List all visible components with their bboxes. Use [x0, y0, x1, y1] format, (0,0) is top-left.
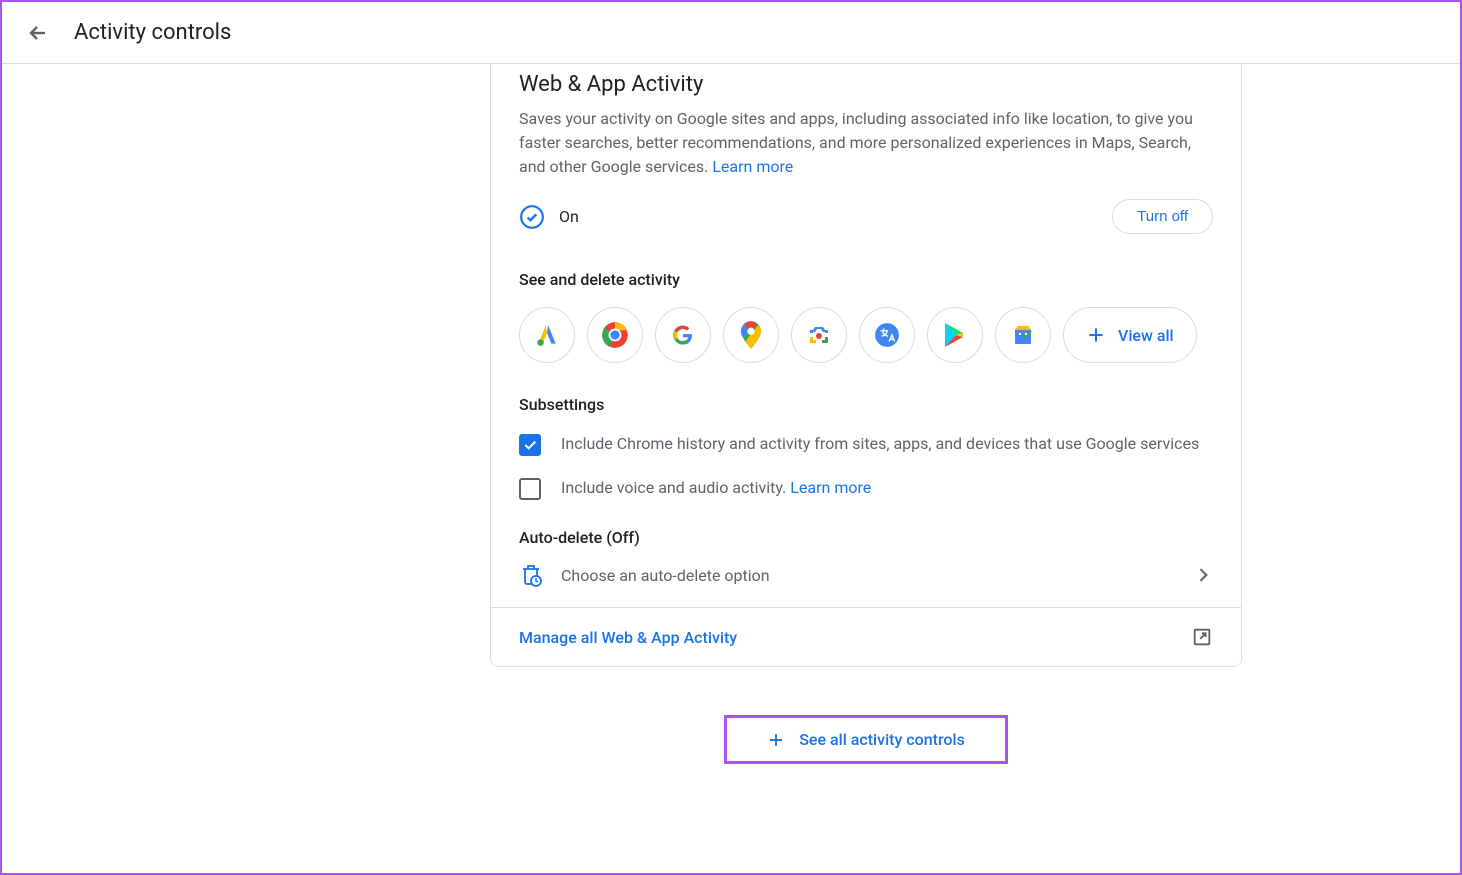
content: Web & App Activity Saves your activity o…: [2, 64, 1460, 667]
checkbox-chrome-label: Include Chrome history and activity from…: [561, 432, 1199, 456]
section-description: Saves your activity on Google sites and …: [519, 107, 1213, 179]
checkbox-voice[interactable]: [519, 478, 541, 500]
activity-card: Web & App Activity Saves your activity o…: [490, 64, 1242, 667]
checkbox-chrome[interactable]: [519, 434, 541, 456]
turn-off-button[interactable]: Turn off: [1112, 199, 1213, 234]
status-text: On: [559, 207, 579, 226]
lens-icon[interactable]: [791, 307, 847, 363]
auto-delete-row[interactable]: Choose an auto-delete option: [519, 563, 1213, 607]
subsetting-chrome-history: Include Chrome history and activity from…: [519, 432, 1213, 456]
auto-delete-icon: [519, 563, 543, 587]
plus-icon: [1086, 325, 1106, 345]
learn-more-link[interactable]: Learn more: [712, 157, 793, 176]
ads-icon[interactable]: [519, 307, 575, 363]
page-title: Activity controls: [74, 20, 231, 45]
chrome-icon[interactable]: [587, 307, 643, 363]
plus-icon: [767, 731, 785, 749]
chevron-right-icon: [1193, 565, 1213, 585]
open-external-icon: [1191, 626, 1213, 648]
view-all-button[interactable]: View all: [1063, 307, 1197, 363]
see-all-activity-button[interactable]: See all activity controls: [724, 715, 1008, 764]
play-icon[interactable]: [927, 307, 983, 363]
checkmark-icon: [522, 437, 538, 453]
back-button[interactable]: [18, 13, 58, 53]
header: Activity controls: [2, 2, 1460, 64]
translate-icon[interactable]: [859, 307, 915, 363]
manage-activity-link: Manage all Web & App Activity: [519, 628, 737, 647]
voice-learn-more-link[interactable]: Learn more: [790, 478, 871, 497]
subsetting-voice: Include voice and audio activity. Learn …: [519, 476, 1213, 500]
manage-activity-row[interactable]: Manage all Web & App Activity: [491, 607, 1241, 666]
checkbox-voice-label: Include voice and audio activity. Learn …: [561, 476, 871, 500]
app-icon-row: View all: [519, 307, 1213, 363]
shopping-icon[interactable]: [995, 307, 1051, 363]
check-circle-icon: [519, 204, 545, 230]
arrow-left-icon: [26, 21, 50, 45]
maps-icon[interactable]: [723, 307, 779, 363]
section-title: Web & App Activity: [519, 72, 1213, 97]
auto-delete-title: Auto-delete (Off): [519, 528, 1213, 547]
see-delete-title: See and delete activity: [519, 270, 1213, 289]
see-all-wrap: See all activity controls: [2, 715, 1460, 764]
auto-delete-label: Choose an auto-delete option: [561, 566, 770, 585]
status-row: On Turn off: [519, 199, 1213, 234]
subsettings-title: Subsettings: [519, 395, 1213, 414]
google-icon[interactable]: [655, 307, 711, 363]
